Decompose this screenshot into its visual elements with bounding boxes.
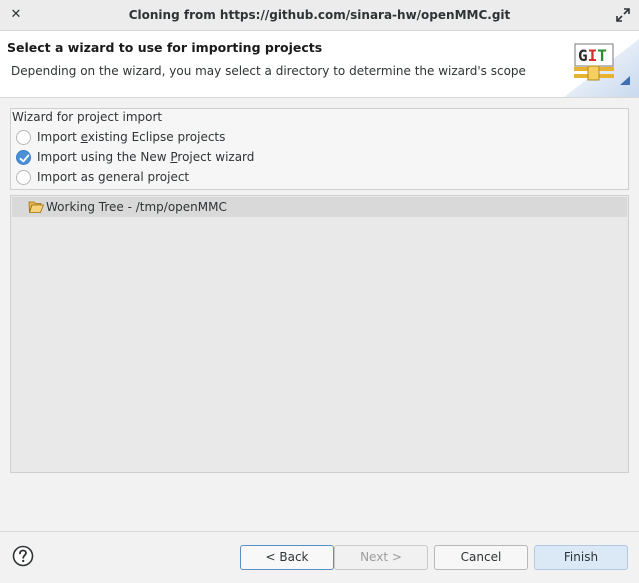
logo-lettering: G — [578, 46, 588, 65]
wizard-header: Select a wizard to use for importing pro… — [0, 31, 639, 98]
svg-text:GIT: GIT — [578, 46, 607, 65]
tree-item-label: Working Tree - /tmp/openMMC — [46, 200, 227, 214]
cancel-button[interactable]: Cancel — [434, 545, 528, 570]
tree-item[interactable]: Working Tree - /tmp/openMMC — [12, 197, 627, 217]
radio-label: Import using the New Project wizard — [37, 150, 255, 164]
radio-import-existing[interactable]: Import existing Eclipse projects — [16, 128, 225, 146]
radio-general-project[interactable]: Import as general project — [16, 168, 189, 186]
maximize-icon[interactable] — [615, 7, 631, 23]
close-icon[interactable]: ✕ — [8, 7, 24, 23]
wizard-group: Wizard for project import Import existin… — [10, 108, 629, 190]
back-button[interactable]: < Back — [240, 545, 334, 570]
working-tree-view[interactable]: Working Tree - /tmp/openMMC — [10, 195, 629, 473]
radio-button[interactable] — [16, 129, 31, 145]
page-description: Depending on the wizard, you may select … — [11, 64, 526, 78]
title-bar: ✕ Cloning from https://github.com/sinara… — [0, 0, 639, 31]
git-logo-icon: GIT — [564, 31, 639, 97]
radio-button-checked[interactable] — [16, 149, 31, 165]
page-title: Select a wizard to use for importing pro… — [7, 40, 323, 55]
radio-label: Import as general project — [37, 170, 190, 184]
help-icon[interactable] — [12, 545, 34, 567]
checkmark-icon — [19, 154, 30, 162]
footer-separator — [0, 531, 639, 532]
next-button[interactable]: Next > — [334, 545, 428, 570]
radio-button[interactable] — [16, 169, 31, 185]
window-title: Cloning from https://github.com/sinara-h… — [128, 8, 511, 22]
folder-open-icon — [28, 200, 45, 214]
finish-button[interactable]: Finish — [534, 545, 628, 570]
wizard-group-legend: Wizard for project import — [12, 110, 163, 124]
radio-label: Import existing Eclipse projects — [37, 130, 226, 144]
radio-new-project-wizard[interactable]: Import using the New Project wizard — [16, 148, 254, 166]
